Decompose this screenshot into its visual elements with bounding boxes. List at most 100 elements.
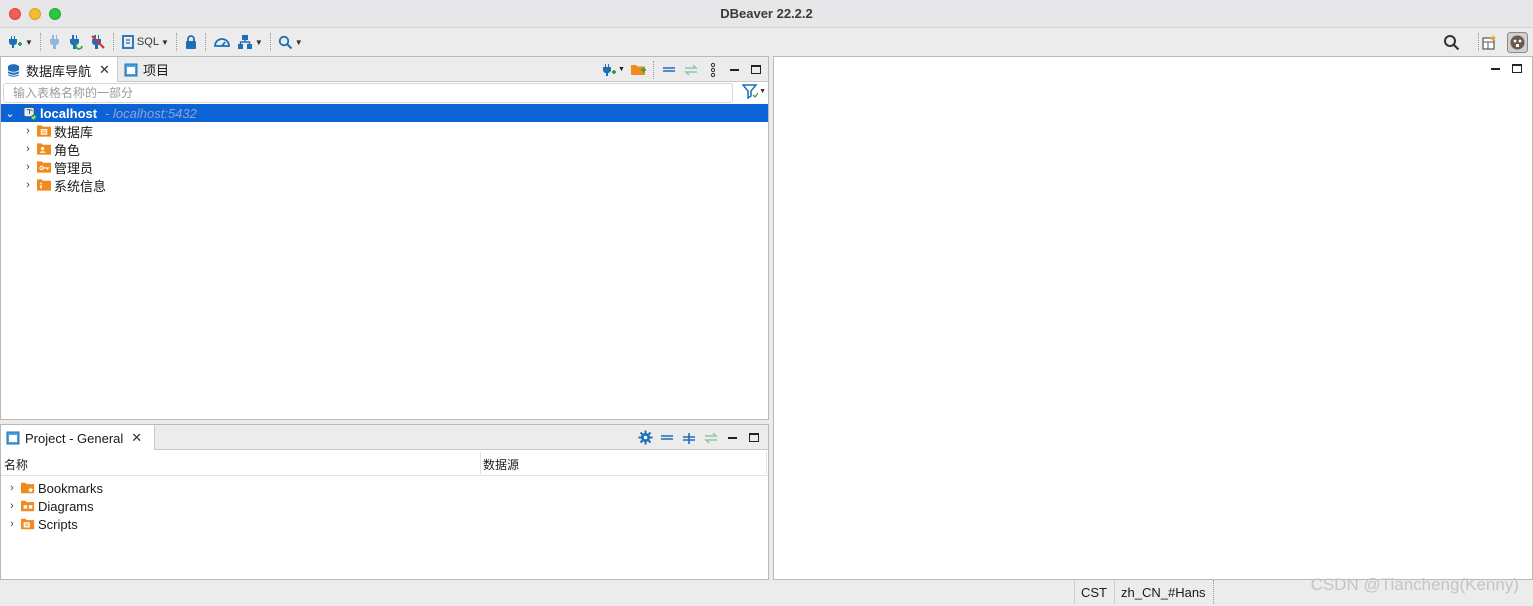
collapse-chevron-icon[interactable]: ⌄	[5, 107, 15, 120]
project-icon	[6, 431, 20, 445]
main-toolbar: ▼ SQL ▼ ▼ ▼	[0, 28, 1533, 56]
project-column-header: 名称 数据源	[1, 450, 768, 476]
link-with-editor-icon	[704, 431, 718, 444]
toolbar-separator	[653, 60, 654, 79]
open-perspective-icon	[1482, 35, 1496, 50]
tab-project-general[interactable]: Project - General ✕	[1, 425, 155, 451]
navigator-toolbar: ▼	[599, 57, 767, 82]
new-connection-button[interactable]: ▼	[4, 31, 36, 53]
expand-chevron-icon[interactable]: ›	[23, 143, 33, 155]
tree-item-databases[interactable]: › 数据库	[1, 122, 768, 140]
expand-chevron-icon[interactable]: ›	[7, 482, 17, 494]
tab-projects[interactable]: 项目	[119, 57, 175, 82]
expand-all-button[interactable]	[678, 427, 700, 449]
expand-chevron-icon[interactable]: ›	[7, 500, 17, 512]
collapse-all-button[interactable]	[658, 59, 680, 81]
window-title: DBeaver 22.2.2	[720, 6, 813, 21]
column-header-name[interactable]: 名称	[4, 456, 28, 473]
link-with-editor-button[interactable]	[700, 427, 722, 449]
expand-chevron-icon[interactable]: ›	[23, 125, 33, 137]
toolbar-separator	[269, 33, 271, 51]
sql-editor-button[interactable]: SQL ▼	[118, 31, 172, 53]
global-search-button[interactable]	[1443, 31, 1460, 53]
tree-item-system-info[interactable]: › 系统信息	[1, 176, 768, 194]
reconnect-button[interactable]	[65, 31, 87, 53]
view-menu-button[interactable]	[702, 59, 724, 81]
new-connection-icon	[603, 63, 617, 76]
gear-icon	[638, 430, 652, 445]
tree-item-scripts[interactable]: › Scripts	[1, 515, 768, 533]
roles-folder-icon	[37, 142, 51, 156]
navigator-filter-row: ▼	[1, 82, 768, 104]
beaver-avatar-icon	[1507, 31, 1528, 53]
close-tab-button[interactable]: ✕	[99, 62, 110, 78]
new-connection-button[interactable]: ▼	[599, 59, 627, 81]
project-toolbar	[634, 425, 765, 450]
collapse-all-button[interactable]	[656, 427, 678, 449]
tab-database-navigator[interactable]: 数据库导航 ✕	[1, 57, 118, 83]
open-perspective-button[interactable]	[1481, 31, 1499, 53]
tree-item-label: 系统信息	[54, 178, 107, 194]
link-with-editor-button[interactable]	[680, 59, 702, 81]
postgresql-connection-icon	[23, 106, 37, 121]
diagrams-folder-icon	[21, 499, 35, 513]
tree-item-administrators[interactable]: › 管理员	[1, 158, 768, 176]
connect-button[interactable]	[45, 31, 65, 53]
tree-item-label: 数据库	[54, 124, 94, 140]
tree-item-label: Diagrams	[38, 498, 94, 514]
minimize-editor-button[interactable]	[1491, 67, 1500, 70]
navigator-settings-button[interactable]: ▼	[234, 31, 266, 53]
filter-options-button[interactable]: ▼	[742, 84, 766, 99]
table-filter-input[interactable]	[3, 83, 733, 103]
link-with-editor-icon	[684, 63, 698, 76]
column-header-datasource[interactable]: 数据源	[483, 456, 519, 473]
tree-item-diagrams[interactable]: › Diagrams	[1, 497, 768, 515]
tree-item-label: Bookmarks	[38, 480, 104, 496]
tab-database-navigator-label: 数据库导航	[26, 63, 92, 79]
navigator-panel-header: 数据库导航 ✕ 项目 ▼	[1, 57, 768, 83]
status-bar: CST zh_CN_#Hans	[0, 580, 1533, 606]
toolbar-separator	[39, 33, 41, 51]
sql-label: SQL	[136, 36, 159, 48]
search-icon	[278, 35, 292, 49]
status-timezone: CST	[1074, 580, 1114, 604]
tree-item-label: 管理员	[54, 160, 94, 176]
new-folder-icon	[630, 65, 646, 75]
tree-item-bookmarks[interactable]: › Bookmarks	[1, 479, 768, 497]
admin-folder-icon	[37, 160, 51, 174]
collapse-all-icon	[661, 434, 673, 440]
more-vertical-icon	[710, 62, 716, 77]
toolbar-separator	[204, 33, 206, 51]
disconnect-icon	[91, 35, 105, 49]
tree-connection-localhost[interactable]: ⌄ localhost - localhost:5432	[1, 104, 768, 122]
toolbar-separator	[175, 33, 177, 51]
project-panel-header: Project - General ✕	[1, 425, 768, 451]
dashboard-button[interactable]	[210, 31, 234, 53]
magnifier-icon	[1444, 34, 1460, 50]
status-locale: zh_CN_#Hans	[1114, 580, 1214, 604]
column-divider[interactable]	[766, 452, 767, 474]
minimize-view-button[interactable]	[728, 436, 737, 439]
expand-chevron-icon[interactable]: ›	[23, 179, 33, 191]
tree-item-roles[interactable]: › 角色	[1, 140, 768, 158]
new-folder-button[interactable]	[627, 59, 649, 81]
minimize-view-button[interactable]	[730, 68, 739, 71]
disconnect-button[interactable]	[87, 31, 109, 53]
transaction-mode-button[interactable]	[181, 31, 201, 53]
expand-chevron-icon[interactable]: ›	[23, 161, 33, 173]
navigator-settings-icon	[237, 35, 252, 49]
column-divider[interactable]	[480, 452, 481, 474]
dbeaver-perspective-button[interactable]	[1507, 31, 1528, 53]
expand-chevron-icon[interactable]: ›	[7, 518, 17, 530]
maximize-view-button[interactable]	[749, 433, 759, 442]
system-info-folder-icon	[37, 178, 51, 192]
new-connection-icon	[9, 36, 22, 48]
close-tab-button[interactable]: ✕	[131, 430, 142, 446]
maximize-view-button[interactable]	[751, 65, 761, 74]
tree-item-label: Scripts	[38, 516, 78, 532]
reconnect-icon	[69, 35, 83, 50]
connect-icon	[49, 35, 59, 49]
maximize-editor-button[interactable]	[1512, 64, 1522, 73]
configure-button[interactable]	[634, 427, 656, 449]
search-button[interactable]: ▼	[275, 31, 306, 53]
